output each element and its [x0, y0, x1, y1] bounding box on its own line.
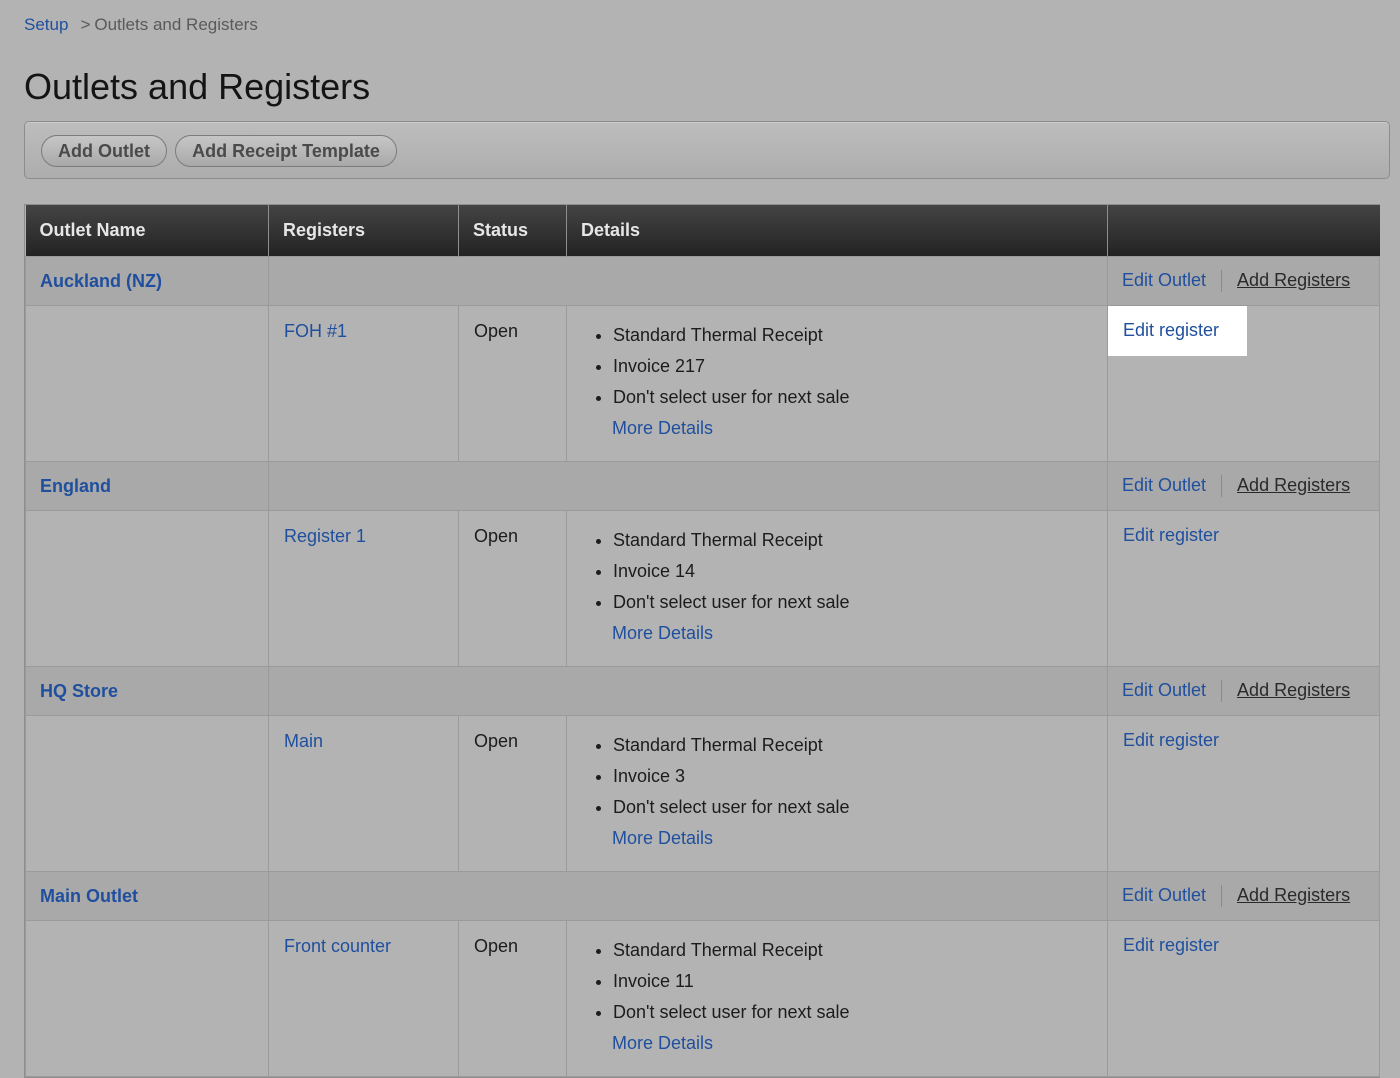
- register-row-spacer: [25, 510, 269, 667]
- register-status: Open: [458, 510, 567, 667]
- detail-item: Invoice 3: [613, 761, 1107, 792]
- edit-outlet-link[interactable]: Edit Outlet: [1122, 475, 1206, 495]
- outlet-row-spacer: [268, 666, 1108, 716]
- outlet-row: Auckland (NZ) Edit Outlet Add Registers: [25, 256, 1380, 306]
- toolbar: Add Outlet Add Receipt Template: [24, 121, 1390, 179]
- edit-outlet-link[interactable]: Edit Outlet: [1122, 885, 1206, 905]
- add-registers-link[interactable]: Add Registers: [1237, 270, 1350, 290]
- add-registers-link[interactable]: Add Registers: [1237, 885, 1350, 905]
- detail-item: Invoice 11: [613, 966, 1107, 997]
- outlet-name-link[interactable]: Auckland (NZ): [40, 271, 162, 291]
- register-row: FOH #1 Open Standard Thermal Receipt Inv…: [25, 305, 1380, 462]
- register-name-link[interactable]: FOH #1: [284, 321, 347, 341]
- register-status: Open: [458, 305, 567, 462]
- edit-register-link[interactable]: Edit register: [1108, 306, 1248, 356]
- detail-item: Don't select user for next sale: [613, 382, 1107, 413]
- breadcrumb-setup-link[interactable]: Setup: [24, 15, 68, 34]
- add-registers-link[interactable]: Add Registers: [1237, 680, 1350, 700]
- breadcrumb-separator: >: [80, 15, 91, 34]
- breadcrumb-current: Outlets and Registers: [94, 15, 258, 34]
- edit-register-link[interactable]: Edit register: [1108, 716, 1247, 766]
- outlet-name-link[interactable]: HQ Store: [40, 681, 118, 701]
- detail-item: Don't select user for next sale: [613, 792, 1107, 823]
- header-status: Status: [458, 205, 567, 257]
- breadcrumb: Setup > Outlets and Registers: [24, 15, 258, 35]
- add-outlet-button[interactable]: Add Outlet: [41, 135, 167, 167]
- detail-item: Standard Thermal Receipt: [613, 935, 1107, 966]
- action-divider: [1221, 680, 1223, 703]
- action-divider: [1221, 475, 1223, 498]
- register-row: Register 1 Open Standard Thermal Receipt…: [25, 510, 1380, 667]
- register-status: Open: [458, 920, 567, 1077]
- register-status: Open: [458, 715, 567, 872]
- header-registers: Registers: [268, 205, 459, 257]
- more-details-link[interactable]: More Details: [612, 413, 1107, 444]
- register-row-spacer: [25, 305, 269, 462]
- detail-item: Don't select user for next sale: [613, 587, 1107, 618]
- register-row-spacer: [25, 920, 269, 1077]
- detail-item: Standard Thermal Receipt: [613, 525, 1107, 556]
- register-row: Front counter Open Standard Thermal Rece…: [25, 920, 1380, 1077]
- detail-item: Standard Thermal Receipt: [613, 730, 1107, 761]
- register-details-list: Standard Thermal Receipt Invoice 11 Don'…: [567, 935, 1107, 1028]
- page-title: Outlets and Registers: [24, 66, 371, 107]
- table-header-row: Outlet Name Registers Status Details: [25, 205, 1380, 257]
- outlet-row: Main Outlet Edit Outlet Add Registers: [25, 871, 1380, 921]
- register-details-list: Standard Thermal Receipt Invoice 3 Don't…: [567, 730, 1107, 823]
- register-details-list: Standard Thermal Receipt Invoice 14 Don'…: [567, 525, 1107, 618]
- detail-item: Standard Thermal Receipt: [613, 320, 1107, 351]
- more-details-link[interactable]: More Details: [612, 1028, 1107, 1059]
- more-details-link[interactable]: More Details: [612, 823, 1107, 854]
- header-details: Details: [566, 205, 1108, 257]
- outlet-row-spacer: [268, 256, 1108, 306]
- outlets-table: Outlet Name Registers Status Details Auc…: [24, 204, 1380, 1078]
- outlet-row-spacer: [268, 461, 1108, 511]
- register-name-link[interactable]: Register 1: [284, 526, 366, 546]
- outlet-name-link[interactable]: England: [40, 476, 111, 496]
- register-name-link[interactable]: Main: [284, 731, 323, 751]
- outlet-name-link[interactable]: Main Outlet: [40, 886, 138, 906]
- outlet-row: HQ Store Edit Outlet Add Registers: [25, 666, 1380, 716]
- more-details-link[interactable]: More Details: [612, 618, 1107, 649]
- header-outlet-name: Outlet Name: [25, 205, 269, 257]
- detail-item: Invoice 14: [613, 556, 1107, 587]
- edit-register-link[interactable]: Edit register: [1108, 511, 1247, 561]
- outlet-row: England Edit Outlet Add Registers: [25, 461, 1380, 511]
- action-divider: [1221, 270, 1223, 293]
- register-row-spacer: [25, 715, 269, 872]
- register-details-list: Standard Thermal Receipt Invoice 217 Don…: [567, 320, 1107, 413]
- action-divider: [1221, 885, 1223, 908]
- edit-outlet-link[interactable]: Edit Outlet: [1122, 270, 1206, 290]
- detail-item: Invoice 217: [613, 351, 1107, 382]
- register-name-link[interactable]: Front counter: [284, 936, 391, 956]
- detail-item: Don't select user for next sale: [613, 997, 1107, 1028]
- add-receipt-template-button[interactable]: Add Receipt Template: [175, 135, 397, 167]
- register-row: Main Open Standard Thermal Receipt Invoi…: [25, 715, 1380, 872]
- add-registers-link[interactable]: Add Registers: [1237, 475, 1350, 495]
- outlet-row-spacer: [268, 871, 1108, 921]
- edit-register-link[interactable]: Edit register: [1108, 921, 1247, 971]
- header-actions: [1107, 205, 1380, 257]
- edit-outlet-link[interactable]: Edit Outlet: [1122, 680, 1206, 700]
